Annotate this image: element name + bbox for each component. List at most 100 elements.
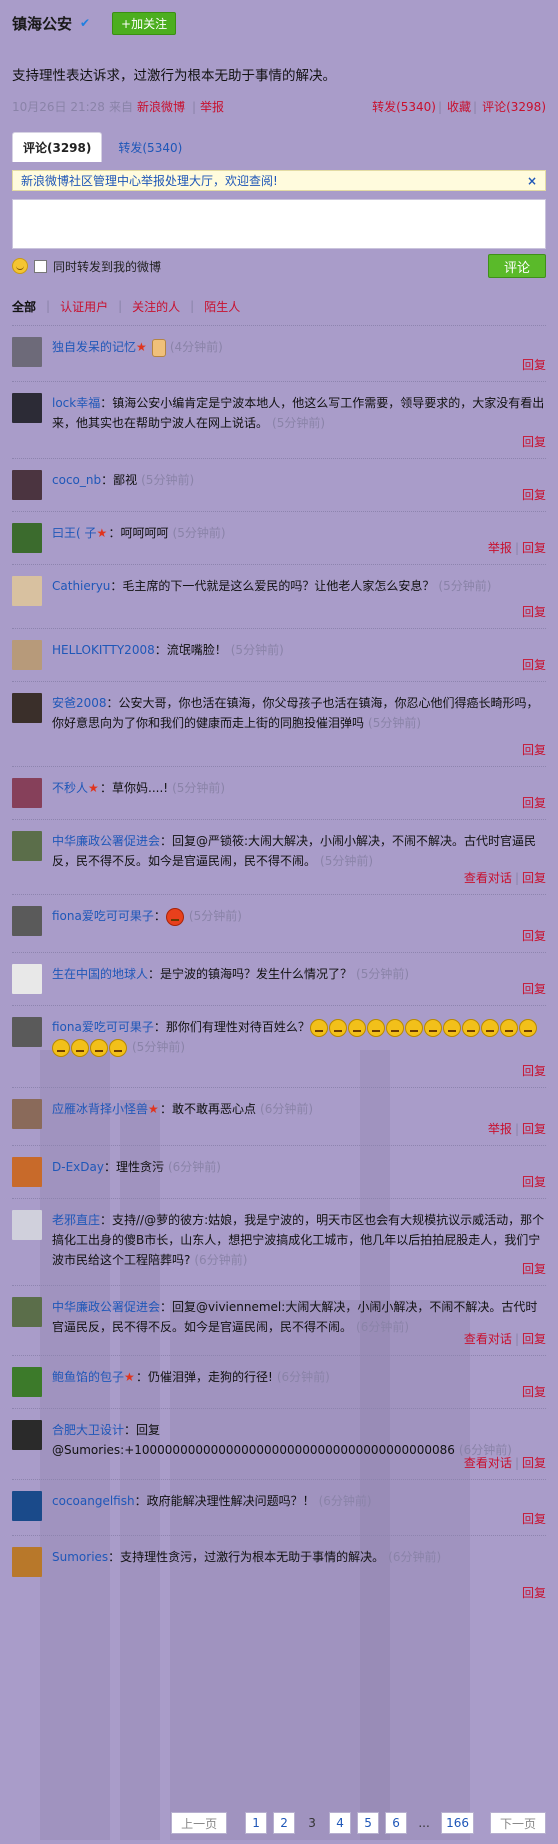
avatar[interactable] bbox=[12, 693, 42, 723]
comment-author[interactable]: D-ExDay bbox=[52, 1160, 104, 1174]
filter-verified[interactable]: 认证用户 bbox=[60, 298, 108, 315]
favorite-link[interactable]: 收藏 bbox=[447, 100, 471, 114]
filter-strangers[interactable]: 陌生人 bbox=[204, 298, 240, 315]
tab-reposts[interactable]: 转发(5340) bbox=[118, 133, 182, 162]
comment-author[interactable]: 鲍鱼馅的包子 bbox=[52, 1370, 124, 1384]
avatar[interactable] bbox=[12, 640, 42, 670]
report-link[interactable]: 举报 bbox=[488, 1122, 512, 1136]
comment-author[interactable]: coco_nb bbox=[52, 473, 101, 487]
reply-link[interactable]: 回复 bbox=[522, 358, 546, 372]
avatar[interactable] bbox=[12, 523, 42, 553]
avatar[interactable] bbox=[12, 964, 42, 994]
reply-link[interactable]: 回复 bbox=[522, 1262, 546, 1276]
emoticon-icon[interactable] bbox=[12, 258, 28, 274]
username[interactable]: 镇海公安 bbox=[12, 13, 72, 34]
comment-author[interactable]: 应雁冰背择小怪兽 bbox=[52, 1102, 148, 1116]
report-link[interactable]: 举报 bbox=[488, 541, 512, 555]
avatar[interactable] bbox=[12, 1367, 42, 1397]
page-6[interactable]: 6 bbox=[385, 1812, 408, 1834]
reply-link[interactable]: 回复 bbox=[522, 1332, 546, 1346]
avatar[interactable] bbox=[12, 778, 42, 808]
emoji-icon bbox=[109, 1038, 127, 1057]
page-last[interactable]: 166 bbox=[441, 1812, 474, 1834]
reply-link[interactable]: 回复 bbox=[522, 1175, 546, 1189]
prev-page-button[interactable]: 上一页 bbox=[171, 1812, 228, 1834]
repost-checkbox[interactable] bbox=[34, 259, 47, 273]
comment-text: ：那你们有理性对待百姓么？ bbox=[153, 1020, 310, 1034]
star-badge-icon: ★ bbox=[96, 526, 108, 540]
comment-body: D-ExDay：理性贪污 (6分钟前) bbox=[52, 1157, 546, 1198]
avatar[interactable] bbox=[12, 1420, 42, 1450]
comment-author[interactable]: Cathieryu bbox=[52, 579, 110, 593]
comment-link[interactable]: 评论(3298) bbox=[482, 100, 546, 114]
avatar[interactable] bbox=[12, 1491, 42, 1521]
avatar[interactable] bbox=[12, 831, 42, 861]
page-1[interactable]: 1 bbox=[245, 1812, 268, 1834]
view-dialog-link[interactable]: 查看对话 bbox=[464, 1332, 512, 1346]
reply-link[interactable]: 回复 bbox=[522, 658, 546, 672]
page-2[interactable]: 2 bbox=[273, 1812, 296, 1834]
comment-author[interactable]: 不秒人 bbox=[52, 781, 88, 795]
comment-author[interactable]: 独自发呆的记忆 bbox=[52, 340, 136, 354]
avatar[interactable] bbox=[12, 1210, 42, 1240]
avatar[interactable] bbox=[12, 1297, 42, 1327]
comment-actions: 回复 bbox=[522, 656, 546, 673]
comment-author[interactable]: lock幸福 bbox=[52, 396, 100, 410]
reply-link[interactable]: 回复 bbox=[522, 1064, 546, 1078]
reply-link[interactable]: 回复 bbox=[522, 796, 546, 810]
next-page-button[interactable]: 下一页 bbox=[490, 1812, 546, 1834]
notice-link[interactable]: 新浪微博社区管理中心举报处理大厅，欢迎查阅! bbox=[21, 172, 278, 189]
avatar[interactable] bbox=[12, 1017, 42, 1047]
reply-link[interactable]: 回复 bbox=[522, 1456, 546, 1470]
reply-link[interactable]: 回复 bbox=[522, 871, 546, 885]
reply-link[interactable]: 回复 bbox=[522, 435, 546, 449]
comment-author[interactable]: 中华廉政公署促进会 bbox=[52, 1300, 160, 1314]
comment-author[interactable]: cocoangelfish bbox=[52, 1494, 135, 1508]
repost-checkbox-label: 同时转发到我的微博 bbox=[53, 259, 162, 274]
reply-link[interactable]: 回复 bbox=[522, 605, 546, 619]
comment-author[interactable]: Sumories bbox=[52, 1550, 108, 1564]
avatar[interactable] bbox=[12, 906, 42, 936]
comment-item: Sumories：支持理性贪污，过激行为根本无助于事情的解决。 (6分钟前) 回复 bbox=[12, 1535, 546, 1609]
comment-author[interactable]: 安爸2008 bbox=[52, 696, 107, 710]
avatar[interactable] bbox=[12, 470, 42, 500]
reply-link[interactable]: 回复 bbox=[522, 1586, 546, 1600]
filter-following[interactable]: 关注的人 bbox=[132, 298, 180, 315]
reply-link[interactable]: 回复 bbox=[522, 488, 546, 502]
avatar[interactable] bbox=[12, 393, 42, 423]
close-icon[interactable]: × bbox=[527, 174, 537, 188]
view-dialog-link[interactable]: 查看对话 bbox=[464, 871, 512, 885]
comment-author[interactable]: fiona爱吃可可果子 bbox=[52, 909, 154, 923]
reply-link[interactable]: 回复 bbox=[522, 541, 546, 555]
report-link[interactable]: 举报 bbox=[200, 100, 224, 114]
reply-link[interactable]: 回复 bbox=[522, 743, 546, 757]
follow-button[interactable]: +加关注 bbox=[112, 11, 177, 35]
comment-author[interactable]: 老邪直庄 bbox=[52, 1213, 100, 1227]
avatar[interactable] bbox=[12, 1157, 42, 1187]
reply-link[interactable]: 回复 bbox=[522, 1122, 546, 1136]
reply-link[interactable]: 回复 bbox=[522, 1512, 546, 1526]
filter-all[interactable]: 全部 bbox=[12, 298, 36, 315]
reply-link[interactable]: 回复 bbox=[522, 929, 546, 943]
view-dialog-link[interactable]: 查看对话 bbox=[464, 1456, 512, 1470]
source-link[interactable]: 新浪微博 bbox=[137, 100, 185, 114]
page-4[interactable]: 4 bbox=[329, 1812, 352, 1834]
comment-time: (6分钟前) bbox=[260, 1102, 314, 1116]
comment-author[interactable]: 曰王( 子 bbox=[52, 526, 97, 540]
submit-comment-button[interactable]: 评论 bbox=[488, 254, 546, 278]
avatar[interactable] bbox=[12, 1099, 42, 1129]
comment-author[interactable]: HELLOKITTY2008 bbox=[52, 643, 155, 657]
comment-author[interactable]: 合肥大卫设计 bbox=[52, 1423, 124, 1437]
reply-link[interactable]: 回复 bbox=[522, 1385, 546, 1399]
repost-link[interactable]: 转发(5340) bbox=[372, 100, 436, 114]
comment-input[interactable] bbox=[12, 199, 546, 249]
tab-comments[interactable]: 评论(3298) bbox=[12, 132, 103, 162]
reply-link[interactable]: 回复 bbox=[522, 982, 546, 996]
page-5[interactable]: 5 bbox=[357, 1812, 380, 1834]
comment-author[interactable]: 生在中国的地球人 bbox=[52, 967, 148, 981]
comment-author[interactable]: 中华廉政公署促进会 bbox=[52, 834, 160, 848]
avatar[interactable] bbox=[12, 1547, 42, 1577]
avatar[interactable] bbox=[12, 337, 42, 367]
avatar[interactable] bbox=[12, 576, 42, 606]
comment-author[interactable]: fiona爱吃可可果子 bbox=[52, 1020, 154, 1034]
